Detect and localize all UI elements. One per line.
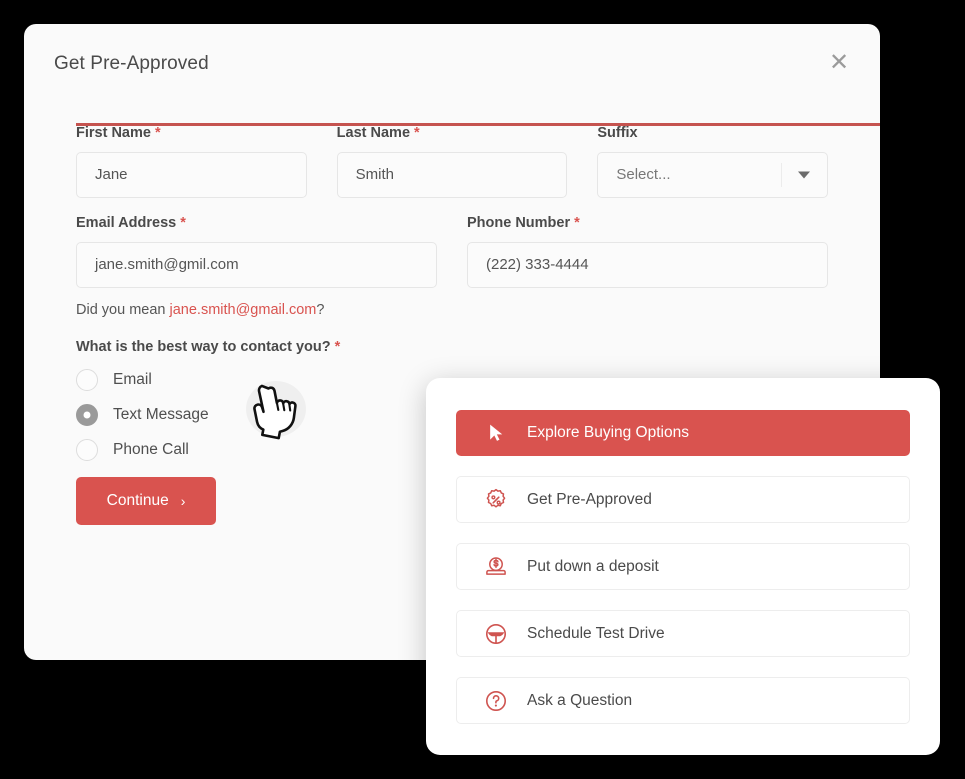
radio-icon[interactable] — [76, 369, 98, 392]
option-label: Explore Buying Options — [527, 424, 689, 441]
option-explore-buying-options[interactable]: Explore Buying Options — [456, 410, 910, 456]
title-divider — [76, 123, 880, 126]
screenshot-stage: Get Pre-Approved ✕ First Name * Jane Las… — [0, 0, 965, 779]
email-input[interactable]: jane.smith@gmil.com — [76, 241, 437, 288]
last-name-field: Last Name * Smith — [336, 125, 568, 198]
suffix-select[interactable]: Select... — [597, 151, 829, 198]
option-label: Get Pre-Approved — [527, 490, 652, 508]
email-label: Email Address * — [76, 214, 186, 231]
email-field-group: Email Address * jane.smith@gmil.com — [76, 214, 437, 288]
option-label: Ask a Question — [527, 691, 633, 709]
close-icon[interactable]: ✕ — [822, 46, 856, 80]
option-label: Schedule Test Drive — [527, 624, 665, 642]
option-put-down-a-deposit[interactable]: Put down a deposit — [456, 543, 910, 590]
last-name-label: Last Name * — [336, 125, 420, 141]
phone-input[interactable]: (222) 333-4444 — [467, 241, 828, 288]
cursor-arrow-icon — [483, 420, 509, 446]
option-ask-a-question[interactable]: Ask a Question — [456, 677, 910, 724]
required-marker: * — [180, 214, 186, 231]
radio-icon[interactable] — [76, 439, 98, 462]
continue-button[interactable]: Continue › — [76, 477, 216, 526]
coin-deposit-icon — [483, 554, 509, 580]
contact-preference-label: What is the best way to contact you? * — [76, 339, 341, 356]
option-get-pre-approved[interactable]: Get Pre-Approved — [456, 476, 910, 523]
chevron-right-icon: › — [180, 493, 186, 510]
phone-label: Phone Number * — [467, 214, 580, 231]
first-name-field: First Name * Jane — [76, 125, 307, 198]
steering-wheel-icon — [483, 621, 509, 647]
chevron-down-icon[interactable] — [798, 171, 811, 179]
name-row: First Name * Jane Last Name * Smith Suff… — [76, 125, 829, 198]
select-divider — [781, 162, 783, 187]
first-name-input[interactable]: Jane — [76, 151, 307, 198]
email-suggestion-hint: Did you mean jane.smith@gmail.com? — [76, 302, 828, 319]
hint-prefix: Did you mean — [76, 301, 170, 318]
option-schedule-test-drive[interactable]: Schedule Test Drive — [456, 610, 910, 657]
email-suggestion-link[interactable]: jane.smith@gmail.com — [170, 302, 317, 318]
required-marker: * — [574, 214, 580, 231]
contact-row: Email Address * jane.smith@gmil.com Phon… — [76, 214, 828, 288]
required-marker: * — [414, 125, 420, 141]
first-name-label: First Name * — [76, 125, 161, 141]
suffix-select-wrap: Select... — [597, 151, 829, 198]
radio-label: Phone Call — [113, 441, 189, 459]
suffix-field: Suffix Select... — [597, 125, 829, 198]
radio-label: Text Message — [113, 406, 209, 424]
hint-suffix: ? — [316, 301, 325, 318]
quick-actions-panel: Explore Buying Options Get Pre-Approved — [426, 378, 940, 755]
last-name-input[interactable]: Smith — [336, 151, 568, 198]
radio-label: Email — [113, 371, 152, 389]
option-label: Put down a deposit — [527, 557, 659, 575]
continue-button-label: Continue — [106, 492, 169, 510]
dialog-header: Get Pre-Approved ✕ — [24, 24, 880, 102]
required-marker: * — [334, 339, 341, 356]
percent-badge-icon — [483, 487, 509, 513]
question-circle-icon — [483, 688, 509, 714]
phone-field-group: Phone Number * (222) 333-4444 — [467, 214, 828, 288]
required-marker: * — [154, 125, 161, 141]
page-title: Get Pre-Approved — [54, 53, 209, 74]
suffix-label: Suffix — [597, 125, 638, 141]
radio-icon-selected[interactable] — [76, 404, 98, 427]
